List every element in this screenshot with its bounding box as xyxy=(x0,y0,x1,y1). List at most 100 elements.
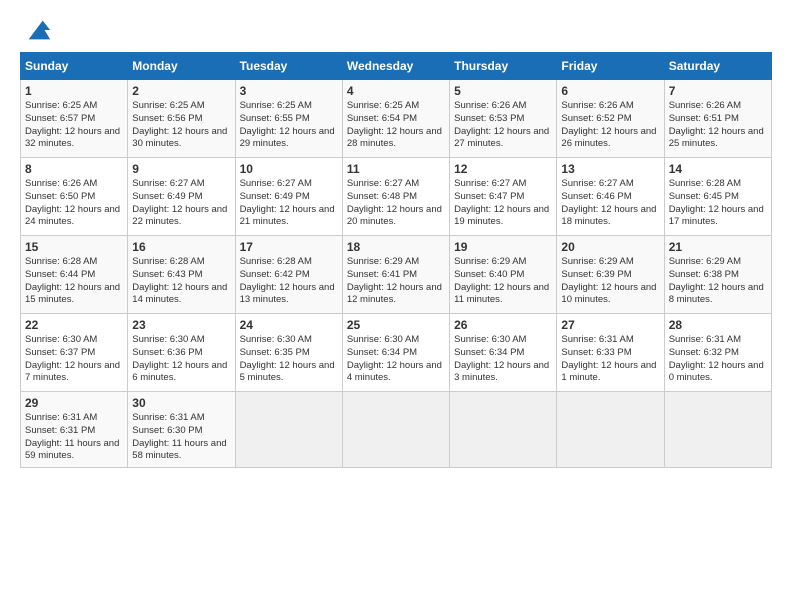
day-number: 27 xyxy=(561,318,659,332)
calendar-day-cell: 7 Sunrise: 6:26 AMSunset: 6:51 PMDayligh… xyxy=(664,80,771,158)
day-number: 5 xyxy=(454,84,552,98)
day-info: Sunrise: 6:31 AMSunset: 6:30 PMDaylight:… xyxy=(132,412,226,461)
day-info: Sunrise: 6:29 AMSunset: 6:39 PMDaylight:… xyxy=(561,256,656,305)
calendar-day-cell: 8 Sunrise: 6:26 AMSunset: 6:50 PMDayligh… xyxy=(21,158,128,236)
day-number: 8 xyxy=(25,162,123,176)
day-number: 28 xyxy=(669,318,767,332)
day-info: Sunrise: 6:29 AMSunset: 6:40 PMDaylight:… xyxy=(454,256,549,305)
calendar-day-cell: 17 Sunrise: 6:28 AMSunset: 6:42 PMDaylig… xyxy=(235,236,342,314)
calendar-day-cell: 25 Sunrise: 6:30 AMSunset: 6:34 PMDaylig… xyxy=(342,314,449,392)
calendar-day-cell: 26 Sunrise: 6:30 AMSunset: 6:34 PMDaylig… xyxy=(450,314,557,392)
day-info: Sunrise: 6:28 AMSunset: 6:45 PMDaylight:… xyxy=(669,178,764,227)
day-info: Sunrise: 6:27 AMSunset: 6:46 PMDaylight:… xyxy=(561,178,656,227)
day-number: 14 xyxy=(669,162,767,176)
header xyxy=(20,16,772,44)
day-info: Sunrise: 6:31 AMSunset: 6:32 PMDaylight:… xyxy=(669,334,764,383)
day-info: Sunrise: 6:29 AMSunset: 6:38 PMDaylight:… xyxy=(669,256,764,305)
calendar-day-cell: 12 Sunrise: 6:27 AMSunset: 6:47 PMDaylig… xyxy=(450,158,557,236)
day-number: 18 xyxy=(347,240,445,254)
day-info: Sunrise: 6:27 AMSunset: 6:49 PMDaylight:… xyxy=(132,178,227,227)
day-number: 19 xyxy=(454,240,552,254)
calendar-day-cell xyxy=(557,392,664,468)
calendar-week-row: 22 Sunrise: 6:30 AMSunset: 6:37 PMDaylig… xyxy=(21,314,772,392)
day-number: 21 xyxy=(669,240,767,254)
calendar-day-cell: 19 Sunrise: 6:29 AMSunset: 6:40 PMDaylig… xyxy=(450,236,557,314)
calendar-week-row: 1 Sunrise: 6:25 AMSunset: 6:57 PMDayligh… xyxy=(21,80,772,158)
calendar-day-cell: 29 Sunrise: 6:31 AMSunset: 6:31 PMDaylig… xyxy=(21,392,128,468)
weekday-row: SundayMondayTuesdayWednesdayThursdayFrid… xyxy=(21,53,772,80)
calendar-week-row: 29 Sunrise: 6:31 AMSunset: 6:31 PMDaylig… xyxy=(21,392,772,468)
day-number: 3 xyxy=(240,84,338,98)
day-number: 12 xyxy=(454,162,552,176)
day-number: 10 xyxy=(240,162,338,176)
day-number: 6 xyxy=(561,84,659,98)
calendar-week-row: 8 Sunrise: 6:26 AMSunset: 6:50 PMDayligh… xyxy=(21,158,772,236)
weekday-header: Friday xyxy=(557,53,664,80)
day-info: Sunrise: 6:25 AMSunset: 6:54 PMDaylight:… xyxy=(347,100,442,149)
day-info: Sunrise: 6:31 AMSunset: 6:33 PMDaylight:… xyxy=(561,334,656,383)
calendar-day-cell: 10 Sunrise: 6:27 AMSunset: 6:49 PMDaylig… xyxy=(235,158,342,236)
day-number: 4 xyxy=(347,84,445,98)
calendar-day-cell xyxy=(664,392,771,468)
day-info: Sunrise: 6:30 AMSunset: 6:36 PMDaylight:… xyxy=(132,334,227,383)
day-info: Sunrise: 6:25 AMSunset: 6:56 PMDaylight:… xyxy=(132,100,227,149)
day-number: 25 xyxy=(347,318,445,332)
calendar-day-cell: 30 Sunrise: 6:31 AMSunset: 6:30 PMDaylig… xyxy=(128,392,235,468)
calendar-day-cell: 24 Sunrise: 6:30 AMSunset: 6:35 PMDaylig… xyxy=(235,314,342,392)
calendar-day-cell: 18 Sunrise: 6:29 AMSunset: 6:41 PMDaylig… xyxy=(342,236,449,314)
day-number: 30 xyxy=(132,396,230,410)
day-info: Sunrise: 6:30 AMSunset: 6:37 PMDaylight:… xyxy=(25,334,120,383)
calendar-day-cell: 13 Sunrise: 6:27 AMSunset: 6:46 PMDaylig… xyxy=(557,158,664,236)
day-number: 20 xyxy=(561,240,659,254)
day-number: 13 xyxy=(561,162,659,176)
day-info: Sunrise: 6:26 AMSunset: 6:51 PMDaylight:… xyxy=(669,100,764,149)
calendar-day-cell: 3 Sunrise: 6:25 AMSunset: 6:55 PMDayligh… xyxy=(235,80,342,158)
calendar-day-cell: 21 Sunrise: 6:29 AMSunset: 6:38 PMDaylig… xyxy=(664,236,771,314)
day-number: 2 xyxy=(132,84,230,98)
calendar-day-cell: 4 Sunrise: 6:25 AMSunset: 6:54 PMDayligh… xyxy=(342,80,449,158)
calendar-day-cell: 27 Sunrise: 6:31 AMSunset: 6:33 PMDaylig… xyxy=(557,314,664,392)
day-number: 11 xyxy=(347,162,445,176)
day-info: Sunrise: 6:28 AMSunset: 6:43 PMDaylight:… xyxy=(132,256,227,305)
day-info: Sunrise: 6:26 AMSunset: 6:50 PMDaylight:… xyxy=(25,178,120,227)
day-number: 17 xyxy=(240,240,338,254)
day-number: 23 xyxy=(132,318,230,332)
calendar-body: 1 Sunrise: 6:25 AMSunset: 6:57 PMDayligh… xyxy=(21,80,772,468)
calendar-day-cell xyxy=(235,392,342,468)
calendar-header: SundayMondayTuesdayWednesdayThursdayFrid… xyxy=(21,53,772,80)
day-number: 29 xyxy=(25,396,123,410)
logo-icon xyxy=(24,16,52,44)
day-info: Sunrise: 6:26 AMSunset: 6:53 PMDaylight:… xyxy=(454,100,549,149)
day-number: 24 xyxy=(240,318,338,332)
day-info: Sunrise: 6:30 AMSunset: 6:34 PMDaylight:… xyxy=(454,334,549,383)
calendar-day-cell: 6 Sunrise: 6:26 AMSunset: 6:52 PMDayligh… xyxy=(557,80,664,158)
calendar-day-cell: 2 Sunrise: 6:25 AMSunset: 6:56 PMDayligh… xyxy=(128,80,235,158)
day-info: Sunrise: 6:27 AMSunset: 6:47 PMDaylight:… xyxy=(454,178,549,227)
day-info: Sunrise: 6:28 AMSunset: 6:44 PMDaylight:… xyxy=(25,256,120,305)
day-number: 9 xyxy=(132,162,230,176)
calendar-day-cell: 20 Sunrise: 6:29 AMSunset: 6:39 PMDaylig… xyxy=(557,236,664,314)
calendar-day-cell: 9 Sunrise: 6:27 AMSunset: 6:49 PMDayligh… xyxy=(128,158,235,236)
day-number: 16 xyxy=(132,240,230,254)
day-number: 15 xyxy=(25,240,123,254)
logo xyxy=(20,16,52,44)
day-number: 7 xyxy=(669,84,767,98)
weekday-header: Sunday xyxy=(21,53,128,80)
calendar-day-cell: 11 Sunrise: 6:27 AMSunset: 6:48 PMDaylig… xyxy=(342,158,449,236)
day-info: Sunrise: 6:27 AMSunset: 6:48 PMDaylight:… xyxy=(347,178,442,227)
weekday-header: Thursday xyxy=(450,53,557,80)
calendar-day-cell: 28 Sunrise: 6:31 AMSunset: 6:32 PMDaylig… xyxy=(664,314,771,392)
day-info: Sunrise: 6:25 AMSunset: 6:55 PMDaylight:… xyxy=(240,100,335,149)
calendar-day-cell: 22 Sunrise: 6:30 AMSunset: 6:37 PMDaylig… xyxy=(21,314,128,392)
main-container: SundayMondayTuesdayWednesdayThursdayFrid… xyxy=(0,0,792,478)
day-info: Sunrise: 6:30 AMSunset: 6:34 PMDaylight:… xyxy=(347,334,442,383)
day-number: 26 xyxy=(454,318,552,332)
day-info: Sunrise: 6:27 AMSunset: 6:49 PMDaylight:… xyxy=(240,178,335,227)
calendar-day-cell xyxy=(342,392,449,468)
day-info: Sunrise: 6:31 AMSunset: 6:31 PMDaylight:… xyxy=(25,412,119,461)
day-info: Sunrise: 6:30 AMSunset: 6:35 PMDaylight:… xyxy=(240,334,335,383)
calendar-day-cell: 1 Sunrise: 6:25 AMSunset: 6:57 PMDayligh… xyxy=(21,80,128,158)
calendar-day-cell: 23 Sunrise: 6:30 AMSunset: 6:36 PMDaylig… xyxy=(128,314,235,392)
day-info: Sunrise: 6:28 AMSunset: 6:42 PMDaylight:… xyxy=(240,256,335,305)
day-info: Sunrise: 6:29 AMSunset: 6:41 PMDaylight:… xyxy=(347,256,442,305)
